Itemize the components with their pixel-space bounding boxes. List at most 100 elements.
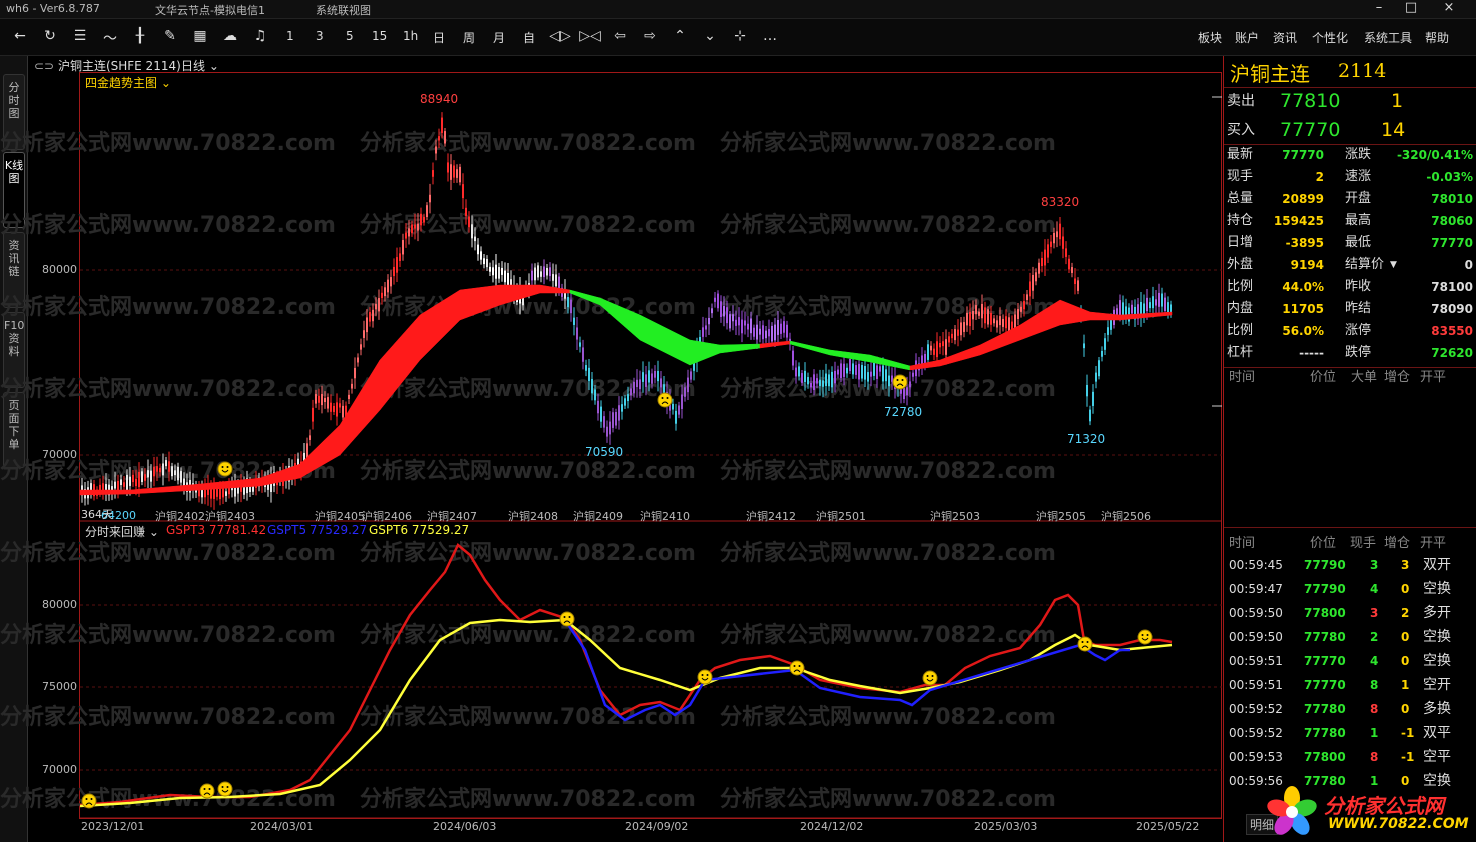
- tick-time: 00:59:52: [1229, 702, 1283, 716]
- maximize-button[interactable]: □: [1396, 0, 1426, 18]
- candle-body: [1092, 391, 1094, 406]
- tick-volume: 8: [1370, 702, 1379, 716]
- candle-body: [1086, 384, 1088, 397]
- candle-body: [1062, 236, 1064, 249]
- candle-body: [387, 279, 389, 293]
- candle-body: [615, 412, 617, 426]
- candle-body: [822, 380, 824, 387]
- candle-body: [1002, 318, 1004, 327]
- contract-label: 沪铜2410: [640, 510, 690, 523]
- candle-body: [1026, 294, 1028, 301]
- candle-body: [642, 372, 644, 382]
- candle-body: [867, 372, 869, 382]
- candle-body: [219, 487, 221, 500]
- x-date-label: 2025/05/22: [1136, 820, 1200, 833]
- smiley-eye: [1146, 634, 1149, 636]
- tick-price: 77780: [1304, 630, 1346, 644]
- candle-body: [708, 317, 710, 325]
- candle-body: [828, 374, 830, 387]
- quote-row: 最新 77770 涨跌 -320/0.41%: [1224, 144, 1476, 166]
- candle-body: [798, 366, 800, 377]
- quote-label: 比例: [1227, 279, 1254, 294]
- gspt3-line: [79, 543, 1173, 807]
- main-indicator-select[interactable]: 四金趋势主图 ⌄: [85, 74, 171, 91]
- menu-help[interactable]: 帮助: [1425, 29, 1449, 46]
- candle-body: [582, 347, 584, 362]
- quote-value: 0: [1464, 258, 1473, 272]
- candle-body: [780, 323, 782, 334]
- candle-body: [150, 470, 152, 482]
- candle-body: [651, 373, 653, 384]
- tick-oi-change: 2: [1401, 606, 1410, 620]
- tick-volume: 3: [1370, 606, 1379, 620]
- quote-label: 日增: [1227, 235, 1254, 250]
- candle-body: [648, 370, 650, 383]
- candle-body: [507, 273, 509, 286]
- quote-name: 沪铜主连: [1230, 62, 1310, 86]
- candle-body: [753, 327, 755, 337]
- smiley-face: [559, 611, 575, 627]
- tick-oi-change: 0: [1401, 702, 1410, 716]
- smiley-eye: [901, 379, 904, 381]
- tick-oi-change: 0: [1401, 582, 1410, 596]
- candle-body: [405, 232, 407, 239]
- candle-body: [1158, 292, 1160, 307]
- smiley-face: [81, 793, 97, 809]
- watermark-text: 分析家公式网www.70822.com: [360, 622, 696, 648]
- candle-body: [483, 258, 485, 265]
- candle-body: [594, 389, 596, 401]
- candle-body: [1083, 343, 1085, 349]
- kline-chart[interactable]: 分析家公式网www.70822.com 分析家公式网www.70822.com 分析…: [0, 0, 1222, 842]
- menu-account[interactable]: 账户: [1235, 29, 1259, 46]
- caret-down-icon[interactable]: ▼: [1390, 254, 1397, 276]
- candle-body: [549, 267, 551, 277]
- candle-body: [774, 324, 776, 341]
- contract-label: 沪铜2505: [1036, 510, 1086, 523]
- quote-label: 涨停: [1345, 323, 1372, 338]
- candle-body: [888, 375, 890, 387]
- tick-oi-change: 1: [1401, 678, 1410, 692]
- smile-icon: [1137, 629, 1153, 645]
- tick-price: 77780: [1304, 702, 1346, 716]
- candle-body: [135, 478, 137, 487]
- candle-body: [573, 317, 575, 325]
- candle-body: [978, 311, 980, 316]
- candle-body: [381, 292, 383, 299]
- candle-body: [621, 404, 623, 412]
- candle-body: [1029, 281, 1031, 297]
- sub-indicator-select[interactable]: 分时来回赚 ⌄: [85, 523, 159, 540]
- tick-price: 77790: [1304, 582, 1346, 596]
- sub-y-tick-75000: 75000: [42, 680, 77, 693]
- candle-body: [432, 170, 434, 177]
- menu-news[interactable]: 资讯: [1273, 29, 1297, 46]
- candle-body: [723, 306, 725, 317]
- candle-body: [378, 298, 380, 312]
- tick-row: 00:59:50 77800 3 2 多开: [1224, 601, 1476, 625]
- tick-price: 77800: [1304, 750, 1346, 764]
- candle-body: [546, 267, 548, 276]
- contract-label: 沪铜2409: [573, 510, 623, 523]
- candle-body: [411, 224, 413, 234]
- quote-label: 昨结: [1345, 301, 1372, 316]
- tick-volume: 4: [1370, 654, 1379, 668]
- smiley-eye: [798, 665, 801, 667]
- close-button[interactable]: ×: [1434, 0, 1464, 18]
- menu-personalize[interactable]: 个性化: [1312, 29, 1348, 46]
- candle-body: [459, 166, 461, 183]
- candle-body: [363, 330, 365, 338]
- smiley-eye: [563, 616, 566, 618]
- candle-body: [960, 322, 962, 336]
- candle-body: [609, 421, 611, 435]
- minimize-button[interactable]: –: [1364, 0, 1394, 18]
- high-label: 88940: [420, 92, 459, 106]
- candle-body: [1161, 293, 1163, 307]
- quote-row: 杠杆 ----- 跌停 72620: [1224, 342, 1476, 364]
- menu-system-tools[interactable]: 系统工具: [1364, 29, 1412, 46]
- candle-body: [681, 394, 683, 409]
- candle-body: [966, 312, 968, 326]
- candle-body: [477, 244, 479, 255]
- candle-body: [327, 397, 329, 409]
- quote-label: 外盘: [1227, 257, 1254, 272]
- candle-body: [579, 342, 581, 347]
- watermark-text: 分析家公式网www.70822.com: [720, 130, 1056, 156]
